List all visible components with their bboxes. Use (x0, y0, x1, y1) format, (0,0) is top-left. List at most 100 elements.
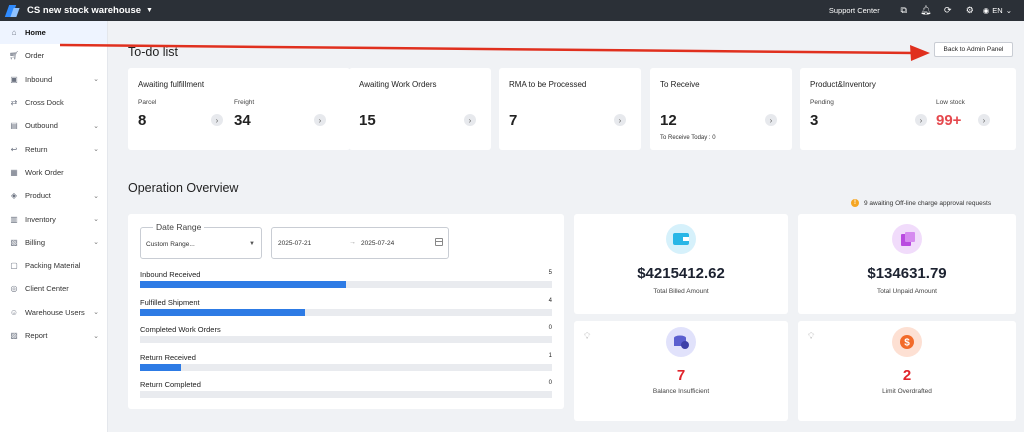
coins-icon (666, 327, 696, 357)
overdraft-card: 💡︎ $ 2 Limit Overdrafted (798, 321, 1016, 421)
bar-fill (140, 363, 182, 371)
rma-count[interactable]: 7 (509, 112, 517, 129)
language-selector[interactable]: ◉ EN ⌄ (983, 6, 1012, 15)
card-title: Product&Inventory (810, 80, 876, 89)
chevron-down-icon[interactable]: ⌄ (93, 332, 99, 340)
date-range-value: Custom Range... (146, 241, 195, 248)
chevron-down-icon[interactable]: ⌄ (93, 122, 99, 130)
sidebar-item-warehouse-users[interactable]: ☺ Warehouse Users ⌄ (0, 301, 107, 324)
card-title: To Receive (660, 80, 700, 89)
dollar-alert-icon: $ (892, 327, 922, 357)
card-title: Awaiting fulfillment (138, 80, 205, 89)
limit-overdrafted-value: 2 (902, 367, 912, 384)
refresh-icon[interactable]: ⟳ (939, 5, 957, 16)
back-to-admin-button[interactable]: Back to Admin Panel (934, 42, 1013, 57)
user-icon: ◉ (982, 6, 990, 15)
low-stock-count[interactable]: 99+ (936, 112, 961, 129)
freight-arrow-button[interactable]: › (314, 114, 326, 126)
work-orders-arrow-button[interactable]: › (464, 114, 476, 126)
date-range-picker[interactable]: 2025-07-21 → 2025-07-24 (271, 227, 449, 259)
parcel-count[interactable]: 8 (138, 112, 146, 129)
calendar-icon[interactable] (435, 238, 443, 246)
sidebar-item-client-center[interactable]: ◎ Client Center (0, 277, 107, 300)
cart-icon: 🛒︎ (8, 51, 20, 61)
total-billed-label: Total Billed Amount (653, 288, 709, 295)
users-icon: ☺ (9, 307, 19, 317)
sidebar-item-packing-material[interactable]: ▢ Packing Material (0, 254, 107, 277)
parcel-arrow-button[interactable]: › (211, 114, 223, 126)
support-center-link[interactable]: Support Center (829, 6, 880, 15)
overview-panel: Date Range Custom Range... ▼ 2025-07-21 … (128, 214, 564, 409)
offline-charge-notice[interactable]: ! 9 awaiting Off-line charge approval re… (851, 199, 991, 207)
sidebar-item-order[interactable]: 🛒︎ Order (0, 44, 107, 67)
work-orders-count[interactable]: 15 (359, 112, 376, 129)
sidebar: ⌂ Home 🛒︎ Order ▣ Inbound ⌄ ⇄ Cross Dock ▤ Outboun… (0, 21, 108, 432)
warehouse-selector[interactable]: CS new stock warehouse (27, 5, 141, 16)
chevron-down-icon[interactable]: ⌄ (93, 308, 99, 316)
sidebar-item-outbound[interactable]: ▤ Outbound ⌄ (0, 114, 107, 137)
sidebar-item-label: Inbound (25, 74, 53, 84)
date-range-select[interactable]: Date Range Custom Range... ▼ (140, 222, 262, 259)
bar-fill (140, 308, 305, 316)
sidebar-item-label: Cross Dock (25, 98, 64, 108)
sidebar-item-label: Return (25, 144, 48, 154)
chevron-down-icon[interactable]: ⌄ (93, 75, 99, 83)
bell-icon[interactable]: 🔔︎ (917, 5, 935, 16)
sidebar-item-label: Client Center (25, 284, 69, 294)
package-icon: ▢ (10, 261, 18, 271)
low-stock-arrow-button[interactable]: › (978, 114, 990, 126)
pending-count[interactable]: 3 (810, 112, 818, 129)
settings-icon[interactable]: ⚙ (961, 5, 979, 16)
bar-label: Return Received (140, 352, 196, 362)
work-order-icon: ▦ (10, 167, 18, 177)
inventory-icon: ▥ (10, 214, 18, 224)
work-orders-card: Awaiting Work Orders 15 › (349, 68, 491, 150)
overview-title: Operation Overview (128, 181, 239, 195)
to-receive-arrow-button[interactable]: › (765, 114, 777, 126)
sidebar-item-billing[interactable]: ▧ Billing ⌄ (0, 231, 107, 254)
to-receive-today-note: To Receive Today : 0 (660, 135, 716, 141)
overview-bar-row: Return Completed 0 (140, 380, 552, 400)
pending-arrow-button[interactable]: › (915, 114, 927, 126)
chevron-down-icon[interactable]: ⌄ (93, 215, 99, 223)
total-unpaid-value: $134631.79 (867, 265, 947, 282)
bar-track (140, 281, 552, 288)
bar-count: 0 (548, 325, 552, 331)
limit-overdrafted-label: Limit Overdrafted (882, 388, 932, 395)
sidebar-item-home[interactable]: ⌂ Home (0, 21, 107, 45)
overview-bar-row: Fulfilled Shipment 4 (140, 298, 552, 318)
sidebar-item-inbound[interactable]: ▣ Inbound ⌄ (0, 68, 107, 91)
sidebar-item-work-order[interactable]: ▦ Work Order (0, 161, 107, 184)
start-date[interactable]: 2025-07-21 (278, 240, 311, 247)
bar-count: 4 (548, 297, 552, 304)
sidebar-item-cross-dock[interactable]: ⇄ Cross Dock (0, 91, 107, 114)
balance-card: 💡︎ 7 Balance Insufficient (574, 321, 788, 421)
freight-count[interactable]: 34 (234, 112, 251, 129)
sidebar-item-inventory[interactable]: ▥ Inventory ⌄ (0, 207, 107, 230)
client-icon: ◎ (10, 284, 18, 294)
to-receive-count[interactable]: 12 (660, 112, 677, 129)
date-separator-icon: → (349, 239, 356, 246)
chevron-down-icon[interactable]: ⌄ (93, 238, 99, 246)
main-content: To-do list Back to Admin Panel Awaiting … (108, 21, 1024, 432)
sidebar-item-product[interactable]: ◈ Product ⌄ (0, 184, 107, 207)
bar-count: 0 (548, 380, 552, 386)
awaiting-fulfillment-card: Awaiting fulfillment Parcel 8 › Freight … (128, 68, 350, 150)
lightbulb-icon: 💡︎ (584, 331, 591, 341)
low-stock-label: Low stock (936, 99, 965, 106)
caret-down-icon[interactable]: ▼ (146, 7, 153, 14)
chevron-down-icon[interactable]: ⌄ (93, 192, 99, 200)
bar-label: Inbound Received (140, 270, 201, 279)
end-date[interactable]: 2025-07-24 (361, 240, 394, 247)
rma-arrow-button[interactable]: › (614, 114, 626, 126)
outbound-box-icon: ▤ (10, 121, 18, 131)
sidebar-item-return[interactable]: ↩ Return ⌄ (0, 137, 107, 160)
chevron-down-icon[interactable]: ⌄ (93, 145, 99, 153)
to-receive-card: To Receive 12 › To Receive Today : 0 (650, 68, 792, 150)
parcel-label: Parcel (138, 99, 157, 106)
return-icon: ↩ (10, 144, 18, 154)
overview-bar-row: Completed Work Orders 0 (140, 325, 552, 345)
app-logo-icon[interactable] (6, 4, 20, 18)
open-external-icon[interactable]: ⧉ (895, 5, 913, 16)
sidebar-item-report[interactable]: ▨ Report ⌄ (0, 324, 107, 347)
